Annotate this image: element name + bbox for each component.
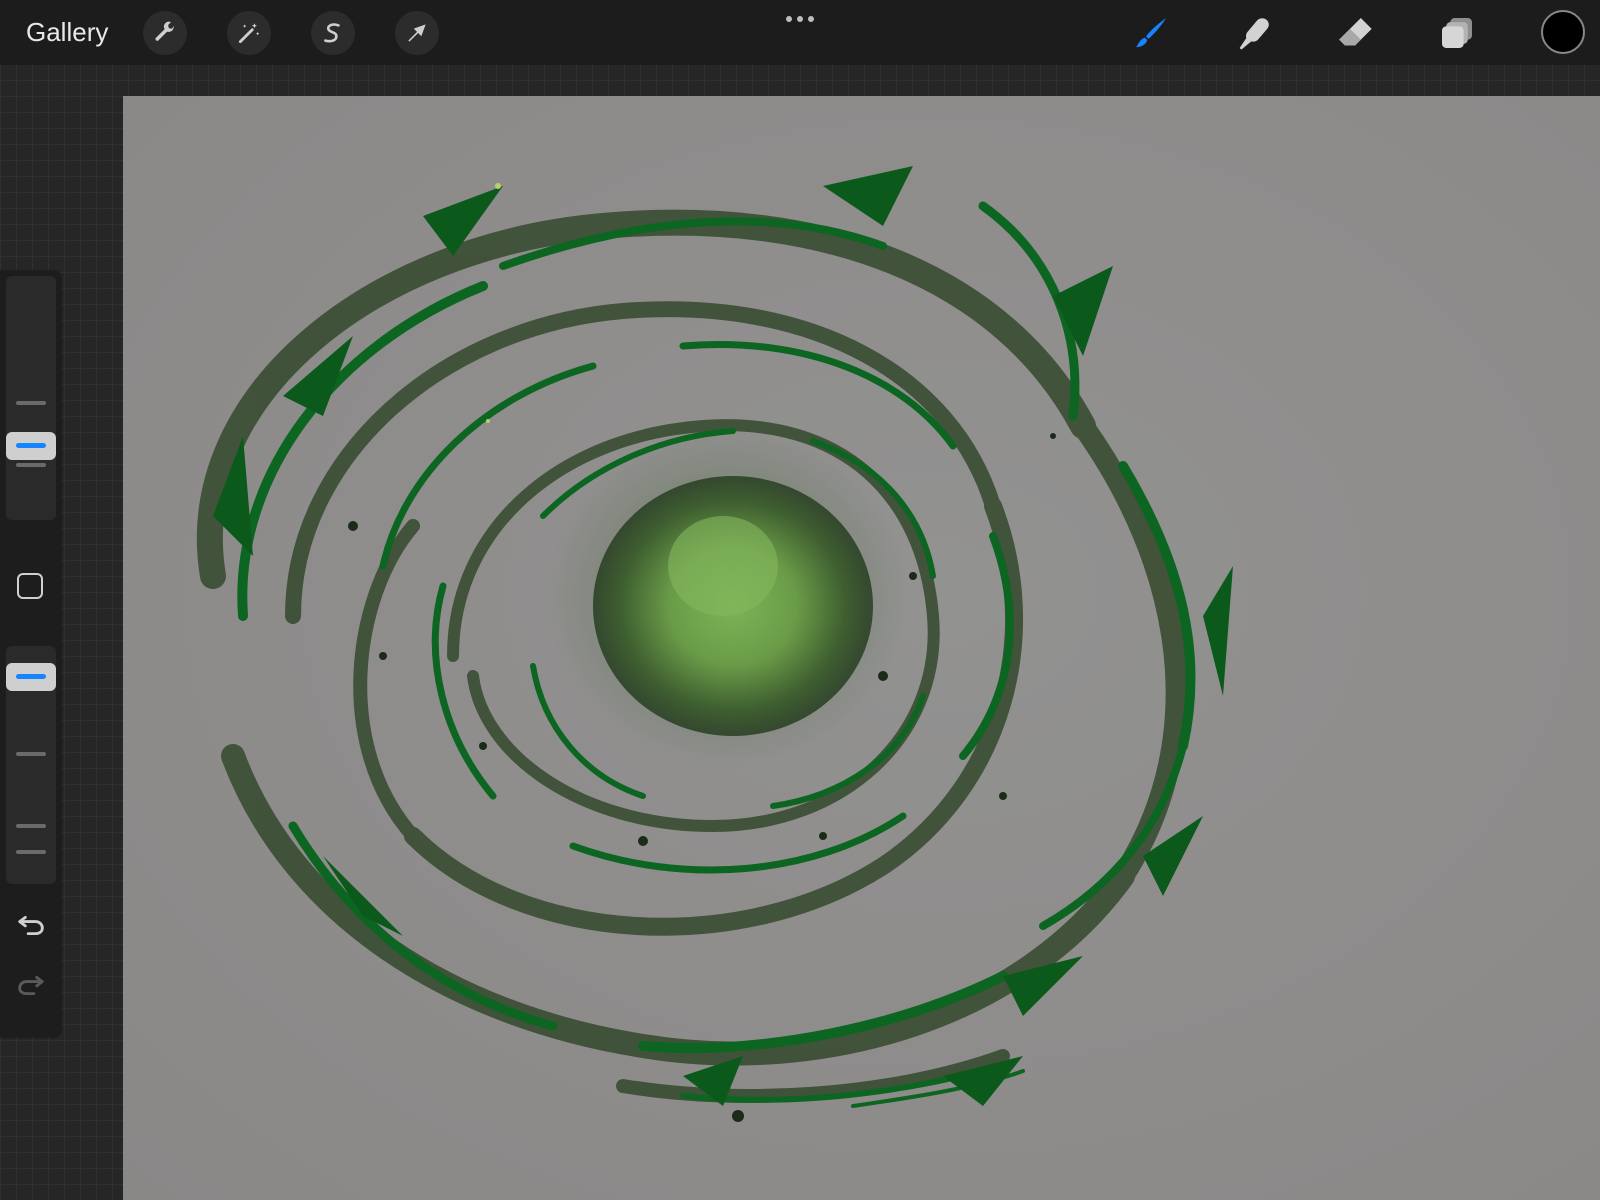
brush-size-thumb[interactable]: [6, 432, 56, 460]
layers-button[interactable]: [1435, 11, 1479, 55]
layers-icon: [1442, 18, 1472, 48]
transform-button[interactable]: [395, 11, 439, 55]
brush-icon: [1136, 18, 1166, 48]
brush-size-slider[interactable]: [6, 276, 56, 520]
smudge-finger-icon: [1239, 18, 1269, 50]
arrow-cursor-icon: [408, 24, 426, 42]
gallery-button[interactable]: Gallery: [26, 14, 108, 50]
top-toolbar: Gallery: [0, 0, 1600, 65]
redo-button[interactable]: [14, 966, 48, 1000]
selection-s-icon: [324, 23, 340, 43]
drawing-canvas[interactable]: [123, 96, 1600, 1200]
undo-button[interactable]: [14, 906, 48, 940]
magic-wand-icon: [238, 23, 260, 44]
brush-tool-button[interactable]: [1129, 11, 1173, 55]
eraser-icon: [1339, 18, 1372, 46]
square-modify-icon[interactable]: [17, 573, 43, 599]
actions-button[interactable]: [143, 11, 187, 55]
selection-button[interactable]: [311, 11, 355, 55]
redo-arrow-icon: [18, 975, 44, 996]
more-dots-icon[interactable]: [778, 10, 822, 28]
artwork-illustration: [196, 166, 1233, 1122]
eraser-tool-button[interactable]: [1333, 11, 1377, 55]
smudge-tool-button[interactable]: [1231, 11, 1275, 55]
wrench-icon: [155, 21, 174, 41]
brush-opacity-thumb[interactable]: [6, 663, 56, 691]
left-sidebar: [0, 270, 62, 1038]
adjustments-button[interactable]: [227, 11, 271, 55]
undo-arrow-icon: [18, 915, 44, 936]
color-picker-button[interactable]: [1541, 10, 1585, 54]
